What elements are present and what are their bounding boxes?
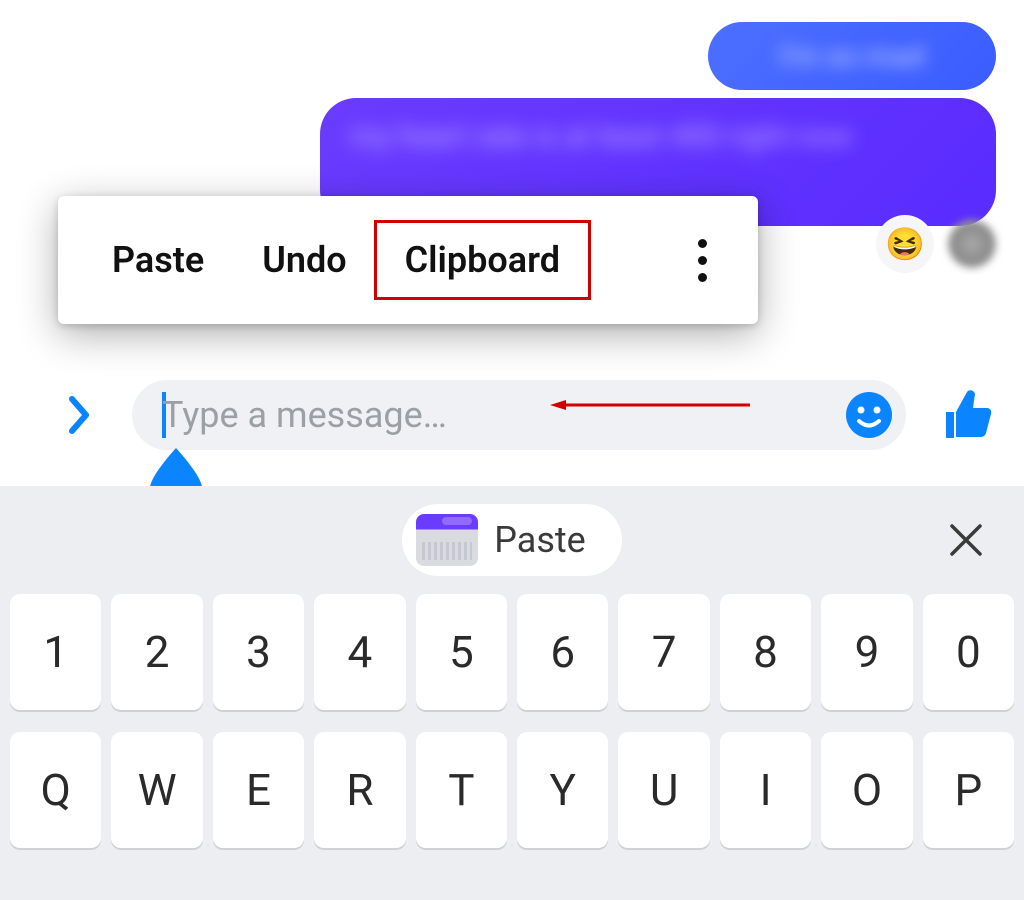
thumbs-up-icon[interactable] [930, 381, 998, 449]
key-t[interactable]: T [416, 732, 507, 848]
message-input-row: Type a message… [0, 370, 1024, 460]
annotation-arrow-icon [550, 400, 750, 410]
key-5[interactable]: 5 [416, 594, 507, 710]
close-icon[interactable] [946, 520, 986, 560]
key-w[interactable]: W [111, 732, 202, 848]
clipboard-preview-icon [416, 514, 478, 566]
key-9[interactable]: 9 [821, 594, 912, 710]
clipboard-menu-item[interactable]: Clipboard [383, 229, 582, 291]
paste-suggestion-chip[interactable]: Paste [402, 504, 622, 576]
outgoing-message-bubble[interactable]: I'm so mad [708, 22, 996, 90]
keyboard-letter-row: Q W E R T Y U I O P [10, 732, 1014, 848]
laughing-emoji-icon[interactable]: 😆 [876, 215, 934, 273]
key-8[interactable]: 8 [720, 594, 811, 710]
message-input[interactable]: Type a message… [132, 380, 906, 450]
key-4[interactable]: 4 [314, 594, 405, 710]
key-r[interactable]: R [314, 732, 405, 848]
keyboard-suggestion-bar: Paste [0, 486, 1024, 594]
paste-chip-label: Paste [494, 519, 586, 561]
text-context-menu: Paste Undo Clipboard [58, 196, 758, 324]
paste-menu-item[interactable]: Paste [90, 229, 226, 291]
key-p[interactable]: P [923, 732, 1014, 848]
avatar-icon[interactable] [948, 220, 996, 268]
key-o[interactable]: O [821, 732, 912, 848]
outgoing-message-blurred-text: I'm so mad [779, 39, 925, 74]
message-input-placeholder: Type a message… [162, 394, 447, 436]
outgoing-message-blurred-text: my heart rate is at least 400 right now [350, 116, 852, 158]
undo-menu-item[interactable]: Undo [240, 229, 368, 291]
key-q[interactable]: Q [10, 732, 101, 848]
key-e[interactable]: E [213, 732, 304, 848]
keyboard-number-row: 1 2 3 4 5 6 7 8 9 0 [10, 594, 1014, 710]
key-7[interactable]: 7 [618, 594, 709, 710]
key-1[interactable]: 1 [10, 594, 101, 710]
key-u[interactable]: U [618, 732, 709, 848]
key-0[interactable]: 0 [923, 594, 1014, 710]
key-2[interactable]: 2 [111, 594, 202, 710]
keyboard-key-rows: 1 2 3 4 5 6 7 8 9 0 Q W E R T Y U I O P [0, 594, 1024, 848]
on-screen-keyboard: Paste 1 2 3 4 5 6 7 8 9 0 Q W E R T Y U … [0, 486, 1024, 900]
key-3[interactable]: 3 [213, 594, 304, 710]
chevron-right-icon[interactable] [56, 391, 104, 439]
key-6[interactable]: 6 [517, 594, 608, 710]
key-i[interactable]: I [720, 732, 811, 848]
more-vertical-icon[interactable] [678, 228, 726, 292]
key-y[interactable]: Y [517, 732, 608, 848]
smiley-icon[interactable] [846, 392, 892, 438]
message-reaction-row: 😆 [876, 215, 996, 273]
